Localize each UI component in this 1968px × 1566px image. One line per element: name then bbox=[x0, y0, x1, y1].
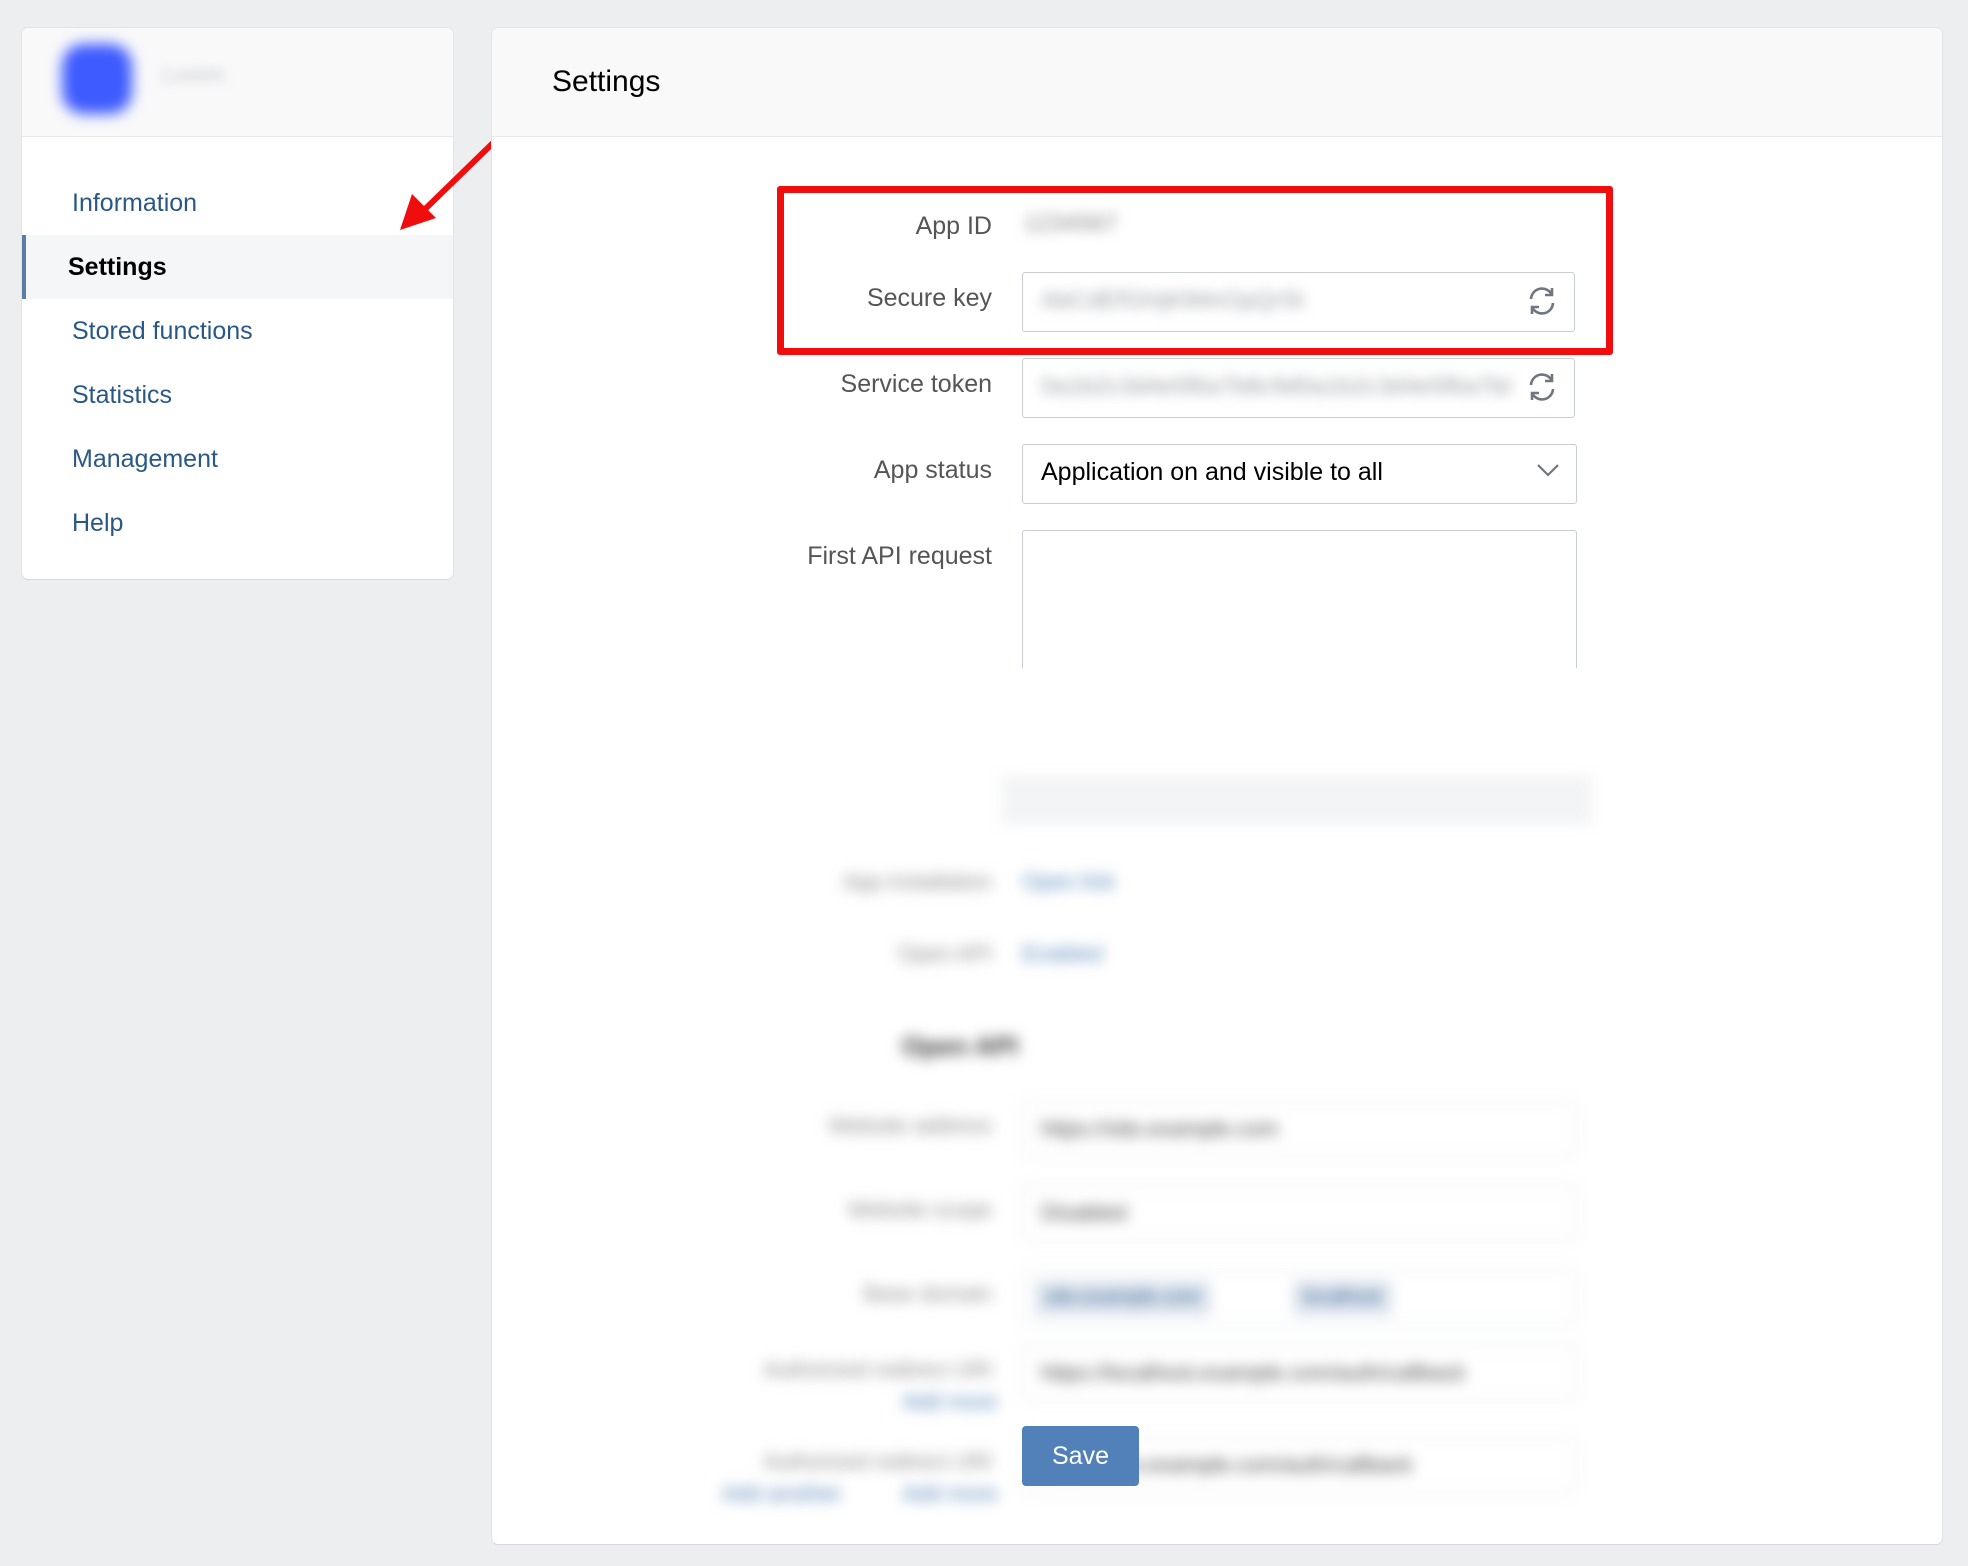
redirect-uri-2-add-link[interactable]: Add more bbox=[902, 1481, 997, 1507]
website-scope-value: Disabled bbox=[1041, 1200, 1127, 1225]
redirect-uri-value: https://localhost.example.com/auth/callb… bbox=[1041, 1360, 1466, 1385]
secure-key-value: AbCdEfGhIjKlMnOpQrSt bbox=[1041, 287, 1304, 314]
app-avatar[interactable] bbox=[62, 44, 132, 114]
sidebar: Lorem Information Settings Stored functi… bbox=[22, 28, 453, 579]
sidebar-header: Lorem bbox=[22, 28, 453, 137]
page-title: Settings bbox=[552, 65, 661, 98]
service-token-label: Service token bbox=[840, 370, 992, 398]
website-address-field[interactable]: https://site.example.com bbox=[1022, 1101, 1577, 1157]
app-id-label: App ID bbox=[915, 212, 992, 240]
website-scope-label: Website scope bbox=[848, 1197, 992, 1222]
refresh-secure-key-icon[interactable] bbox=[1524, 283, 1560, 319]
app-status-label: App status bbox=[873, 456, 992, 484]
open-api-section-title: Open API bbox=[902, 1031, 1019, 1061]
redirect-uri-label: Authorized redirect URI bbox=[763, 1357, 992, 1382]
service-token-field[interactable]: 0a1b2c3d4e5f6a7b8c9d0a1b2c3d4e5f6a7b8c9d… bbox=[1022, 358, 1575, 418]
sidebar-item-help[interactable]: Help bbox=[22, 491, 453, 555]
app-status-value: Application on and visible to all bbox=[1041, 458, 1383, 486]
base-domain-chip[interactable]: site.example.com bbox=[1035, 1280, 1211, 1316]
open-api-link[interactable]: Enabled bbox=[1022, 941, 1103, 967]
sidebar-item-stored-functions[interactable]: Stored functions bbox=[22, 299, 453, 363]
page: Lorem Information Settings Stored functi… bbox=[0, 0, 1968, 1566]
save-button[interactable]: Save bbox=[1022, 1426, 1139, 1486]
redirect-uri-2-link[interactable]: Add another bbox=[722, 1481, 842, 1507]
textarea-blur-edge bbox=[1002, 775, 1592, 825]
secure-key-field[interactable]: AbCdEfGhIjKlMnOpQrSt bbox=[1022, 272, 1575, 332]
refresh-service-token-icon[interactable] bbox=[1524, 369, 1560, 405]
redirect-uri-field[interactable]: https://localhost.example.com/auth/callb… bbox=[1022, 1345, 1577, 1401]
app-installation-label: App installation bbox=[842, 869, 992, 894]
first-api-request-label: First API request bbox=[807, 542, 992, 570]
chevron-down-icon bbox=[1537, 464, 1559, 477]
base-domain-label: Base domain bbox=[863, 1281, 992, 1306]
base-domain-chip[interactable]: localhost bbox=[1293, 1280, 1392, 1316]
website-address-value: https://site.example.com bbox=[1041, 1116, 1279, 1141]
app-id-value: 1234567 bbox=[1024, 210, 1118, 237]
redirect-uri-add-link[interactable]: Add more bbox=[902, 1389, 997, 1415]
open-api-label: Open API bbox=[897, 941, 992, 966]
settings-panel: Settings App ID 1234567 Secure key AbCdE… bbox=[492, 28, 1942, 1544]
service-token-value: 0a1b2c3d4e5f6a7b8c9d0a1b2c3d4e5f6a7b8c9d… bbox=[1041, 373, 1511, 400]
sidebar-item-information[interactable]: Information bbox=[22, 171, 453, 235]
first-api-request-textarea[interactable] bbox=[1022, 530, 1577, 668]
base-domain-field[interactable]: site.example.com localhost bbox=[1022, 1269, 1577, 1325]
app-status-select[interactable]: Application on and visible to all bbox=[1022, 444, 1577, 504]
app-name[interactable]: Lorem bbox=[162, 62, 224, 88]
sidebar-item-management[interactable]: Management bbox=[22, 427, 453, 491]
website-address-label: Website address bbox=[828, 1113, 992, 1138]
sidebar-nav: Information Settings Stored functions St… bbox=[22, 137, 453, 555]
website-scope-select[interactable]: Disabled bbox=[1022, 1185, 1577, 1241]
app-installation-link[interactable]: Open link bbox=[1022, 869, 1115, 895]
secure-key-label: Secure key bbox=[866, 284, 992, 312]
redirect-uri-2-label: Authorized redirect URI bbox=[763, 1449, 992, 1474]
sidebar-item-settings[interactable]: Settings bbox=[22, 235, 453, 299]
panel-header: Settings bbox=[492, 28, 1942, 137]
sidebar-item-statistics[interactable]: Statistics bbox=[22, 363, 453, 427]
